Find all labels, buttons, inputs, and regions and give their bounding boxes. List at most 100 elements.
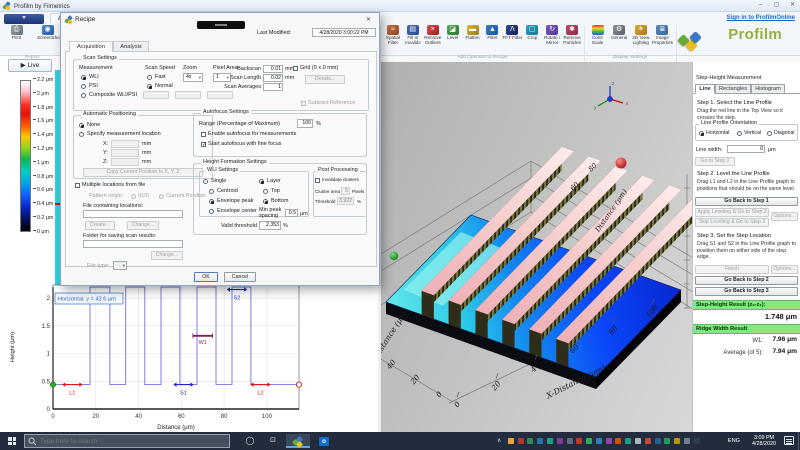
tray-icon[interactable] — [567, 438, 573, 444]
start-button[interactable] — [8, 437, 16, 445]
composite-radio[interactable] — [81, 93, 86, 98]
tray-icon[interactable] — [586, 438, 592, 444]
envelope-peak-radio[interactable] — [209, 199, 214, 204]
taskbar-clock[interactable]: 3:09 PM 4/28/2020 — [752, 435, 776, 448]
tray-icon[interactable] — [508, 438, 514, 444]
tray-icon[interactable] — [527, 438, 533, 444]
fine-focus-checkbox[interactable] — [201, 142, 206, 147]
envelope-center-radio[interactable] — [209, 209, 214, 214]
ribbon-operator-item[interactable]: ✱ Remove Particles — [562, 25, 582, 55]
enable-autofocus-checkbox[interactable] — [201, 132, 206, 137]
specify-location-radio[interactable] — [79, 132, 84, 137]
minimize-button[interactable]: – — [753, 0, 768, 11]
normal-radio[interactable] — [147, 84, 152, 89]
ribbon-display-item[interactable]: ☀ 3D View Lighting — [630, 25, 651, 55]
tab-histogram[interactable]: Histogram — [751, 84, 785, 94]
layer-radio[interactable] — [259, 179, 264, 184]
goto-step2-button[interactable]: Go to Step 2 — [695, 157, 735, 166]
centroid-radio[interactable] — [209, 189, 214, 194]
ribbon-operator-item[interactable]: ↻ Rotate / Mirror — [542, 25, 562, 55]
tab-line[interactable]: Line — [695, 84, 715, 94]
tray-icon[interactable] — [557, 438, 563, 444]
ribbon-display-item[interactable]: Color Scale — [587, 25, 608, 55]
file-type-select[interactable] — [113, 261, 127, 270]
tray-icon[interactable] — [635, 438, 641, 444]
taskbar-profilm-app[interactable] — [286, 434, 310, 448]
orientation-horizontal-radio[interactable] — [699, 131, 704, 136]
live-button[interactable]: ▶ Live — [8, 59, 52, 72]
details-button[interactable]: Details... — [305, 75, 345, 84]
apply-leveling-button[interactable]: Apply Leveling & Go to Step 3 — [695, 208, 769, 217]
tab-rectangles[interactable]: Rectangles — [715, 84, 751, 94]
ribbon-report-item[interactable]: ◉ ScreenShot — [37, 25, 58, 55]
top-radio[interactable] — [263, 189, 268, 194]
signin-link[interactable]: Sign in to ProfilmOnline — [727, 15, 795, 21]
tray-icon[interactable] — [674, 438, 680, 444]
tray-icon[interactable] — [518, 438, 524, 444]
psi-field-3[interactable] — [207, 91, 233, 99]
origin-current-radio[interactable] — [159, 194, 164, 199]
app-menu-button[interactable]: ▾ — [4, 14, 44, 24]
dialog-close-icon[interactable]: ✕ — [362, 15, 375, 25]
tray-icon[interactable] — [625, 438, 631, 444]
ribbon-operator-item[interactable]: ◪ Level — [443, 25, 463, 55]
single-radio[interactable] — [203, 179, 208, 184]
tray-icon[interactable] — [576, 438, 582, 444]
task-view-icon[interactable]: ⊡ — [263, 434, 283, 448]
file-locations-field[interactable] — [83, 210, 183, 218]
tray-icon[interactable] — [537, 438, 543, 444]
finish-button[interactable]: Finish — [695, 265, 769, 274]
line-width-field[interactable]: 0 — [727, 145, 765, 153]
grid-checkbox[interactable] — [293, 66, 298, 71]
ribbon-operator-item[interactable]: ▤ Fill In Invalids — [403, 25, 423, 55]
line-profile-chart[interactable]: 00.511.52020406080100L1S1S2L2W1Horizonta… — [20, 282, 320, 432]
recipe-dialog[interactable]: Recipe ✕ Last Modified: 4/28/2020 3:00:2… — [60, 12, 380, 286]
ribbon-display-item[interactable]: ≣ Image Properties — [652, 25, 673, 55]
create-button[interactable]: Create... — [85, 221, 115, 230]
maximize-button[interactable]: ▢ — [769, 0, 784, 11]
x-field[interactable] — [111, 140, 139, 148]
language-indicator[interactable]: ENG — [728, 438, 740, 444]
scan-length-field[interactable]: 0.02 — [263, 74, 283, 82]
scan-averages-field[interactable]: 1 — [263, 83, 283, 91]
tray-icon[interactable] — [606, 438, 612, 444]
ribbon-operator-item[interactable]: ▬ Flatten — [463, 25, 483, 55]
wli-radio[interactable] — [81, 75, 86, 80]
view-3d-panel[interactable]: 020406080100X-Distance (μm)02040Y-Distan… — [380, 62, 692, 432]
z-field[interactable] — [111, 158, 139, 166]
tray-icon[interactable] — [645, 438, 651, 444]
ribbon-operator-item[interactable]: × Remove Outliers — [423, 25, 443, 55]
tray-icon[interactable] — [684, 438, 690, 444]
back-step1-button[interactable]: Go Back to Step 1 — [695, 197, 798, 206]
copy-position-button[interactable]: Copy Current Position to X, Y, Z — [83, 168, 203, 177]
skip-leveling-button[interactable]: Skip Leveling & Go to Step 3 — [695, 218, 769, 227]
ribbon-operator-item[interactable]: ▲ Filter — [483, 25, 503, 55]
tray-icon[interactable] — [596, 438, 602, 444]
psi-field-1[interactable] — [143, 91, 169, 99]
fast-radio[interactable] — [147, 75, 152, 80]
close-button[interactable]: ✕ — [785, 0, 800, 11]
backscan-field[interactable]: 0.01 — [263, 65, 283, 73]
change-folder-button[interactable]: Change... — [151, 251, 183, 260]
invalidate-clusters-checkbox[interactable] — [315, 178, 320, 183]
search-input[interactable] — [40, 435, 225, 447]
cancel-button[interactable]: Cancel — [224, 272, 256, 282]
range-field[interactable]: 100 — [297, 119, 313, 128]
tray-icon[interactable] — [694, 438, 700, 444]
ribbon-operator-item[interactable]: Λ FFT Filter — [502, 25, 522, 55]
none-radio[interactable] — [79, 123, 84, 128]
origin-00-radio[interactable] — [131, 194, 136, 199]
title-bar[interactable]: Profilm by Filmetrics – ▢ ✕ — [0, 0, 800, 12]
back-step3-button[interactable]: Go Back to Step 3 — [695, 287, 798, 296]
action-center-icon[interactable] — [784, 436, 794, 445]
subtract-reference-checkbox[interactable] — [301, 101, 306, 106]
ribbon-operator-item[interactable]: ≈ Spatial Filter — [383, 25, 403, 55]
ribbon-operator-item[interactable]: ▢ Crop — [522, 25, 542, 55]
taskbar-search[interactable] — [24, 434, 230, 448]
ribbon-display-item[interactable]: ⚙ General — [609, 25, 630, 55]
multiple-locations-checkbox[interactable] — [75, 183, 80, 188]
tray-icon[interactable] — [547, 438, 553, 444]
tray-icon[interactable] — [664, 438, 670, 444]
tray-icon[interactable] — [615, 438, 621, 444]
y-field[interactable] — [111, 149, 139, 157]
